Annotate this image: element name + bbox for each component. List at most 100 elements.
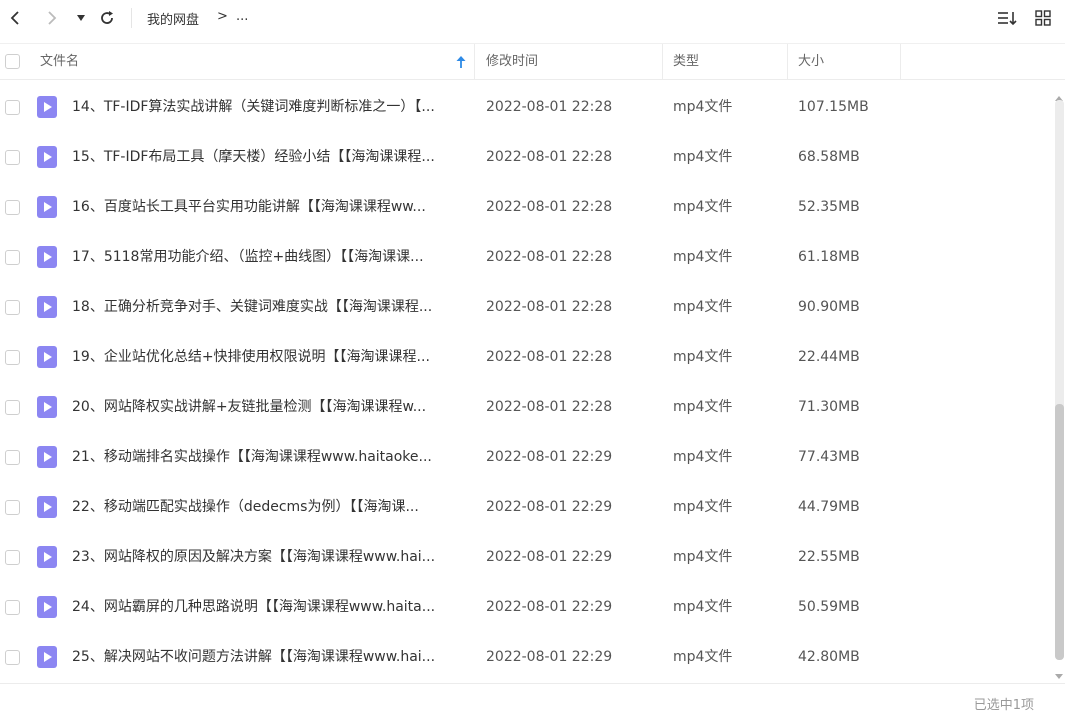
modified-time: 2022-08-01 22:29 [486,599,613,615]
refresh-button[interactable] [97,8,117,28]
arrow-up-icon[interactable] [455,54,467,73]
row-checkbox[interactable] [5,450,20,465]
column-header-size[interactable]: 大小 [798,44,824,80]
file-name[interactable]: 23、网站降权的原因及解决方案【【海淘课课程www.hai... [72,532,466,582]
file-size: 61.18MB [798,249,860,265]
modified-time: 2022-08-01 22:29 [486,449,613,465]
file-name[interactable]: 17、5118常用功能介绍、（监控+曲线图）【【海淘课课... [72,232,466,282]
file-type: mp4文件 [673,399,733,415]
file-name[interactable]: 22、移动端匹配实战操作（dedecms为例）【【海淘课... [72,482,466,532]
file-type: mp4文件 [673,199,733,215]
row-checkbox[interactable] [5,350,20,365]
modified-time: 2022-08-01 22:29 [486,549,613,565]
file-name[interactable]: 21、移动端排名实战操作【【海淘课课程www.haitaoke... [72,432,466,482]
history-dropdown-button[interactable] [71,8,91,28]
video-file-icon [37,546,57,568]
video-file-icon [37,96,57,118]
file-type: mp4文件 [673,149,733,165]
refresh-icon [101,11,113,24]
row-checkbox[interactable] [5,150,20,165]
file-name[interactable]: 16、百度站长工具平台实用功能讲解【【海淘课课程ww... [72,182,466,232]
video-file-icon [37,396,57,418]
file-name[interactable]: 18、正确分析竞争对手、关键词难度实战【【海淘课课程... [72,282,466,332]
row-checkbox[interactable] [5,400,20,415]
video-file-icon [37,296,57,318]
file-type: mp4文件 [673,349,733,365]
table-row[interactable]: 17、5118常用功能介绍、（监控+曲线图）【【海淘课课... 2022-08-0… [0,232,1052,282]
file-type: mp4文件 [673,99,733,115]
table-row[interactable]: 22、移动端匹配实战操作（dedecms为例）【【海淘课... 2022-08-0… [0,482,1052,532]
file-name[interactable]: 20、网站降权实战讲解+友链批量检测【【海淘课课程w... [72,382,466,432]
row-checkbox[interactable] [5,200,20,215]
breadcrumb-root[interactable]: 我的网盘 [147,9,199,28]
modified-time: 2022-08-01 22:28 [486,149,613,165]
file-size: 22.55MB [798,549,860,565]
table-row[interactable]: 21、移动端排名实战操作【【海淘课课程www.haitaoke... 2022-0… [0,432,1052,482]
table-row[interactable]: 16、百度站长工具平台实用功能讲解【【海淘课课程ww... 2022-08-01 … [0,182,1052,232]
video-file-icon [37,146,57,168]
file-type: mp4文件 [673,249,733,265]
table-header: 文件名 修改时间 类型 大小 [0,43,1065,80]
column-header-name[interactable]: 文件名 [40,44,79,80]
modified-time: 2022-08-01 22:28 [486,99,613,115]
file-name[interactable]: 24、网站霸屏的几种思路说明【【海淘课课程www.haita... [72,582,466,632]
row-checkbox[interactable] [5,500,20,515]
scroll-up-button[interactable] [1054,87,1064,101]
table-row[interactable]: 14、TF-IDF算法实战讲解（关键词难度判断标准之一）【... 2022-08-… [0,82,1052,132]
file-size: 50.59MB [798,599,860,615]
modified-time: 2022-08-01 22:28 [486,199,613,215]
file-type: mp4文件 [673,449,733,465]
file-type: mp4文件 [673,649,733,665]
row-checkbox[interactable] [5,600,20,615]
modified-time: 2022-08-01 22:28 [486,349,613,365]
video-file-icon [37,596,57,618]
table-row[interactable]: 18、正确分析竞争对手、关键词难度实战【【海淘课课程... 2022-08-01 … [0,282,1052,332]
chevron-right-icon [48,11,57,25]
toolbar-divider [131,8,132,28]
column-header-type[interactable]: 类型 [673,44,699,80]
video-file-icon [37,346,57,368]
video-file-icon [37,646,57,668]
video-file-icon [37,246,57,268]
row-checkbox[interactable] [5,300,20,315]
chevron-left-icon [10,11,19,25]
row-checkbox[interactable] [5,550,20,565]
back-button[interactable] [5,8,25,28]
file-size: 44.79MB [798,499,860,515]
modified-time: 2022-08-01 22:29 [486,499,613,515]
column-divider [787,44,788,80]
toolbar: 我的网盘 > ... [0,0,1065,36]
file-name[interactable]: 19、企业站优化总结+快排使用权限说明【【海淘课课程... [72,332,466,382]
file-name[interactable]: 14、TF-IDF算法实战讲解（关键词难度判断标准之一）【... [72,82,466,132]
column-divider [662,44,663,80]
file-type: mp4文件 [673,599,733,615]
row-checkbox[interactable] [5,100,20,115]
file-size: 107.15MB [798,99,869,115]
scroll-down-button[interactable] [1054,666,1064,679]
file-type: mp4文件 [673,299,733,315]
forward-button[interactable] [42,8,62,28]
select-all-checkbox[interactable] [5,54,20,69]
table-row[interactable]: 19、企业站优化总结+快排使用权限说明【【海淘课课程... 2022-08-01 … [0,332,1052,382]
row-checkbox[interactable] [5,650,20,665]
file-name[interactable]: 15、TF-IDF布局工具（摩天楼）经验小结【【海淘课课程... [72,132,466,182]
caret-down-icon [77,15,85,21]
modified-time: 2022-08-01 22:28 [486,249,613,265]
scrollbar-thumb[interactable] [1055,404,1064,660]
modified-time: 2022-08-01 22:28 [486,399,613,415]
breadcrumb-more[interactable]: ... [236,9,248,24]
table-row[interactable]: 15、TF-IDF布局工具（摩天楼）经验小结【【海淘课课程... 2022-08-… [0,132,1052,182]
grid-view-button[interactable] [1033,8,1053,28]
file-type: mp4文件 [673,549,733,565]
row-checkbox[interactable] [5,250,20,265]
grid-view-icon [1035,10,1051,26]
table-row[interactable]: 25、解决网站不收问题方法讲解【【海淘课课程www.hai... 2022-08-… [0,632,1052,682]
table-row[interactable]: 23、网站降权的原因及解决方案【【海淘课课程www.hai... 2022-08-… [0,532,1052,582]
modified-time: 2022-08-01 22:29 [486,649,613,665]
sort-button[interactable] [997,8,1017,28]
file-name[interactable]: 25、解决网站不收问题方法讲解【【海淘课课程www.hai... [72,632,466,682]
column-header-time[interactable]: 修改时间 [486,44,538,80]
table-row[interactable]: 20、网站降权实战讲解+友链批量检测【【海淘课课程w... 2022-08-01 … [0,382,1052,432]
file-size: 22.44MB [798,349,860,365]
table-row[interactable]: 24、网站霸屏的几种思路说明【【海淘课课程www.haita... 2022-08… [0,582,1052,632]
